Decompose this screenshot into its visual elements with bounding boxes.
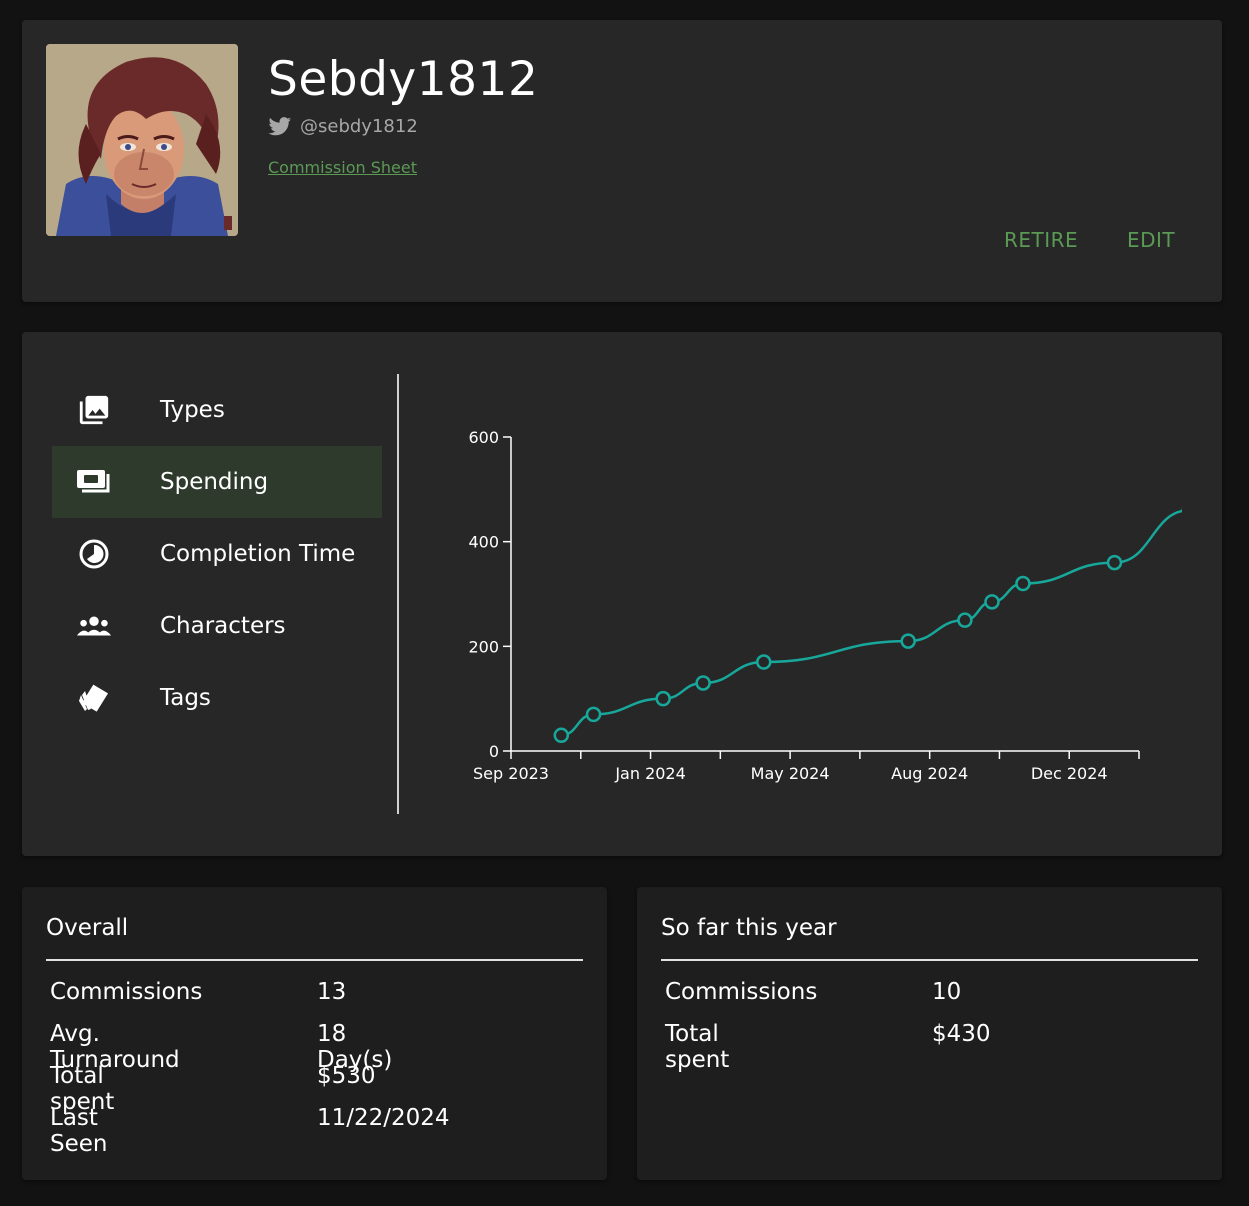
menu-item-completion-time[interactable]: Completion Time xyxy=(52,518,382,590)
edit-button[interactable]: EDIT xyxy=(1121,224,1181,256)
menu-item-types[interactable]: Types xyxy=(52,374,382,446)
title-divider xyxy=(46,959,583,961)
profile-name: Sebdy1812 xyxy=(268,52,539,107)
x-tick-label: Sep 2023 xyxy=(473,764,549,783)
tags-icon xyxy=(76,680,112,716)
stat-value: 10 xyxy=(932,979,962,1005)
data-point xyxy=(695,675,711,691)
stats-card: Types Spending Completion Time Character… xyxy=(22,332,1222,856)
stat-label: Commissions xyxy=(665,979,818,1005)
vertical-divider xyxy=(397,374,399,814)
y-tick-label: 0 xyxy=(489,742,499,761)
data-point xyxy=(984,594,1000,610)
menu-label: Characters xyxy=(160,613,286,639)
overall-card: Overall Commissions 13 Avg. Turnaround 1… xyxy=(22,887,607,1180)
data-point xyxy=(553,727,570,744)
menu-label: Tags xyxy=(160,685,211,711)
stat-value: $430 xyxy=(932,1021,991,1047)
stat-label: Total spent xyxy=(665,1021,730,1073)
menu-label: Spending xyxy=(160,469,269,495)
spending-chart: 0 200 400 600 Sep 2023 Jan 2024 May 2024 Aug 20… xyxy=(468,428,1182,783)
profile-card: Sebdy1812 @sebdy1812 Commission Sheet RE… xyxy=(22,20,1222,302)
images-icon xyxy=(76,392,112,428)
menu-item-spending[interactable]: Spending xyxy=(52,446,382,518)
menu-label: Completion Time xyxy=(160,541,356,567)
data-point xyxy=(957,612,973,628)
y-tick-label: 600 xyxy=(468,428,499,447)
data-point xyxy=(655,690,671,707)
x-tick-label: May 2024 xyxy=(751,764,830,783)
twitter-handle-text: @sebdy1812 xyxy=(300,116,418,137)
stats-menu: Types Spending Completion Time Character… xyxy=(52,374,382,734)
menu-item-tags[interactable]: Tags xyxy=(52,662,382,734)
clock-icon xyxy=(76,536,112,572)
retire-button[interactable]: RETIRE xyxy=(998,224,1084,256)
x-tick-label: Aug 2024 xyxy=(891,764,968,783)
stat-label: Commissions xyxy=(50,979,203,1005)
data-point xyxy=(1015,575,1031,592)
y-tick-label: 400 xyxy=(468,533,499,552)
data-point xyxy=(755,654,772,670)
twitter-handle[interactable]: @sebdy1812 xyxy=(268,116,418,137)
x-tick-label: Jan 2024 xyxy=(614,764,685,783)
this-year-card: So far this year Commissions 10 Total sp… xyxy=(637,887,1222,1180)
stat-label: Last Seen xyxy=(50,1105,108,1157)
data-point xyxy=(1106,554,1123,571)
money-icon xyxy=(76,464,112,500)
twitter-icon xyxy=(268,116,291,135)
menu-label: Types xyxy=(160,397,225,423)
menu-item-characters[interactable]: Characters xyxy=(52,590,382,662)
x-tick-label: Dec 2024 xyxy=(1031,764,1108,783)
group-icon xyxy=(76,608,112,644)
stat-value: $530 xyxy=(317,1063,376,1089)
data-point xyxy=(585,706,602,723)
this-year-title: So far this year xyxy=(661,915,837,941)
avatar xyxy=(46,44,238,236)
stat-value: 11/22/2024 xyxy=(317,1105,450,1131)
y-tick-label: 200 xyxy=(468,637,499,656)
overall-title: Overall xyxy=(46,915,129,941)
commission-sheet-link[interactable]: Commission Sheet xyxy=(268,158,417,177)
title-divider xyxy=(661,959,1198,961)
data-point xyxy=(900,633,916,649)
series-line xyxy=(561,509,1182,737)
stat-value: 13 xyxy=(317,979,347,1005)
